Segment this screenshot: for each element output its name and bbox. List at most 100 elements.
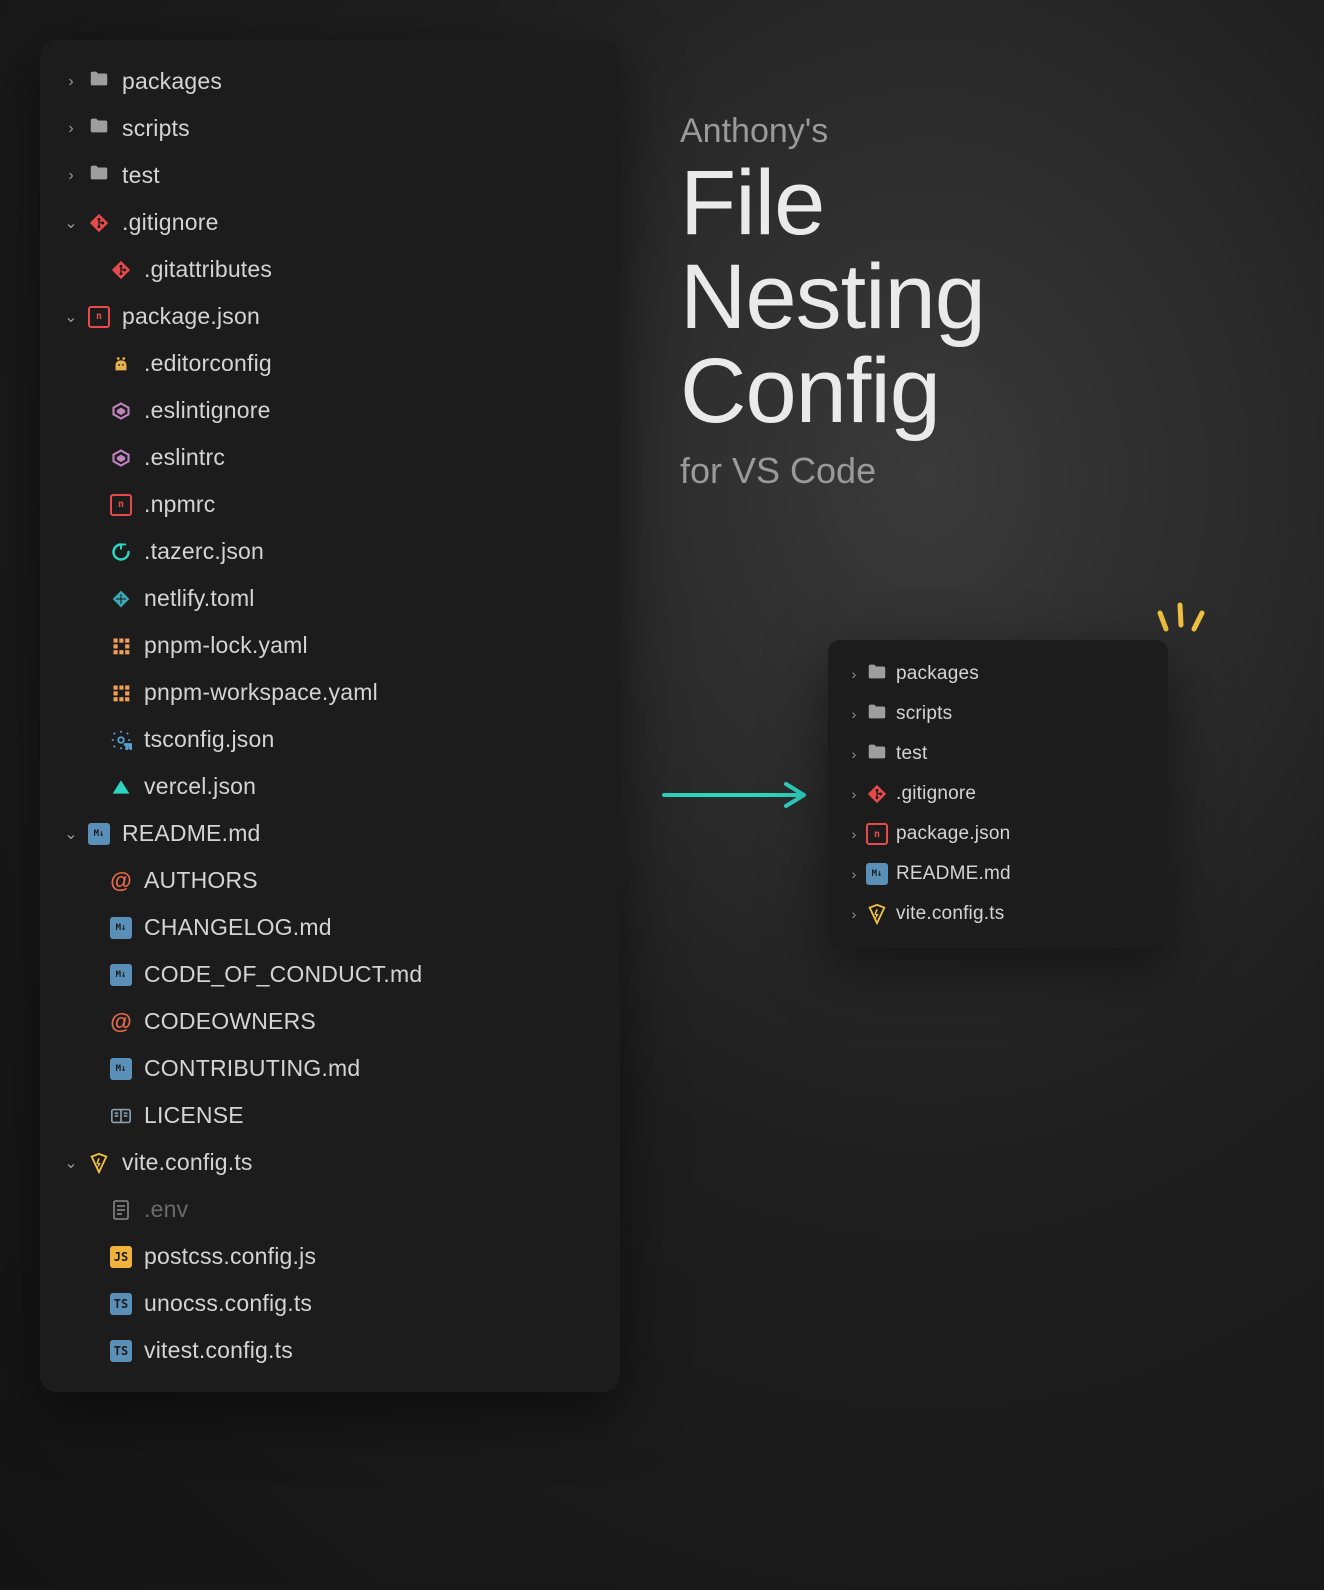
chevron-right-icon: › [846,866,862,882]
vercel-icon [108,774,134,800]
tree-item-label: CODEOWNERS [144,1008,316,1035]
title-block: Anthony's File Nesting Config for VS Cod… [680,112,985,492]
title-post: for VS Code [680,450,985,492]
chevron-right-icon: › [846,706,862,722]
tree-item[interactable]: TSvitest.config.ts [40,1327,620,1374]
tree-item-label: packages [122,68,222,95]
netlify-icon [108,586,134,612]
chevron-down-icon: ⌄ [62,1153,80,1173]
tree-item-label: .npmrc [144,491,216,518]
tree-item[interactable]: LICENSE [40,1092,620,1139]
tree-item-label: tsconfig.json [144,726,274,753]
tree-item[interactable]: › test [40,152,620,199]
tree-item-label: test [122,162,160,189]
ts-icon: TS [108,1338,134,1364]
tree-item-label: .eslintignore [144,397,271,424]
tree-item[interactable]: ›packages [828,654,1168,694]
tazerc-icon [108,539,134,565]
md-icon: M↓ [108,915,134,941]
tree-item-label: vite.config.ts [122,1149,253,1176]
tree-item[interactable]: ›test [828,734,1168,774]
npm-icon: n [86,304,112,330]
tree-item[interactable]: pnpm-lock.yaml [40,622,620,669]
tree-item[interactable]: ⌄M↓README.md [40,810,620,857]
tree-item[interactable]: ›n package.json [828,814,1168,854]
tree-item-label: CONTRIBUTING.md [144,1055,360,1082]
tree-item-label: package.json [122,303,260,330]
tree-item[interactable]: › packages [40,58,620,105]
tree-item[interactable]: ⌄ .gitignore [40,199,620,246]
chevron-right-icon: › [62,120,80,138]
git-icon [108,257,134,283]
tree-item[interactable]: .editorconfig [40,340,620,387]
tree-item-label: .tazerc.json [144,538,264,565]
tree-item[interactable]: .eslintignore [40,387,620,434]
tsconfig-icon: TS [108,727,134,753]
tree-item[interactable]: .eslintrc [40,434,620,481]
title-main: File Nesting Config [680,157,985,438]
tree-item-label: vite.config.ts [896,903,1004,925]
chevron-down-icon: ⌄ [62,213,80,233]
tree-item[interactable]: TS unocss.config.ts [40,1280,620,1327]
md-icon: M↓ [108,962,134,988]
folder-icon [86,116,112,142]
npm-icon: n [108,492,134,518]
tree-item-label: README.md [122,820,261,847]
tree-item[interactable]: netlify.toml [40,575,620,622]
folder-icon [866,703,888,725]
tree-item[interactable]: vercel.json [40,763,620,810]
tree-item-label: CHANGELOG.md [144,914,332,941]
tree-item[interactable]: TS tsconfig.json [40,716,620,763]
tree-item[interactable]: M↓CODE_OF_CONDUCT.md [40,951,620,998]
chevron-right-icon: › [62,167,80,185]
pnpm-icon [108,680,134,706]
tree-item[interactable]: @ CODEOWNERS [40,998,620,1045]
tree-item[interactable]: ⌄ n package.json [40,293,620,340]
chevron-right-icon: › [62,73,80,91]
tree-item-label: AUTHORS [144,867,258,894]
expanded-file-tree: ›packages›scripts›test⌄.gitignore.gitatt… [40,40,620,1392]
tree-item[interactable]: .gitattributes [40,246,620,293]
chevron-down-icon: ⌄ [62,307,80,327]
tree-item[interactable]: ›vite.config.ts [828,894,1168,934]
chevron-right-icon: › [846,786,862,802]
tree-item-label: vercel.json [144,773,256,800]
folder-icon [86,69,112,95]
tree-item-label: package.json [896,823,1010,845]
tree-item[interactable]: pnpm-workspace.yaml [40,669,620,716]
tree-item-label: .eslintrc [144,444,225,471]
title-pre: Anthony's [680,112,985,151]
tree-item[interactable]: .env [40,1186,620,1233]
chevron-right-icon: › [846,826,862,842]
tree-item-label: netlify.toml [144,585,255,612]
vite-icon [86,1150,112,1176]
tree-item-label: test [896,743,927,765]
folder-icon [866,743,888,765]
collapsed-file-tree: ›packages›scripts›test›.gitignore›npacka… [828,640,1168,948]
tree-item[interactable]: M↓ CONTRIBUTING.md [40,1045,620,1092]
tree-item-label: LICENSE [144,1102,244,1129]
npm-icon: n [866,823,888,845]
tree-item[interactable]: n .npmrc [40,481,620,528]
ts-icon: TS [108,1291,134,1317]
tree-item-label: .gitignore [122,209,219,236]
eslint-icon [108,445,134,471]
tree-item[interactable]: ⌄ vite.config.ts [40,1139,620,1186]
md-icon: M↓ [108,1056,134,1082]
tree-item[interactable]: ›scripts [828,694,1168,734]
md-icon: M↓ [86,821,112,847]
tree-item[interactable]: ›M↓README.md [828,854,1168,894]
tree-item[interactable]: JSpostcss.config.js [40,1233,620,1280]
tree-item-label: unocss.config.ts [144,1290,312,1317]
tree-item-label: README.md [896,863,1011,885]
svg-text:TS: TS [125,742,132,751]
git-icon [86,210,112,236]
tree-item[interactable]: ›.gitignore [828,774,1168,814]
at-icon: @ [108,1009,134,1035]
tree-item[interactable]: .tazerc.json [40,528,620,575]
tree-item-label: pnpm-workspace.yaml [144,679,378,706]
tree-item[interactable]: M↓ CHANGELOG.md [40,904,620,951]
editorconfig-icon [108,351,134,377]
tree-item[interactable]: ›scripts [40,105,620,152]
tree-item[interactable]: @AUTHORS [40,857,620,904]
